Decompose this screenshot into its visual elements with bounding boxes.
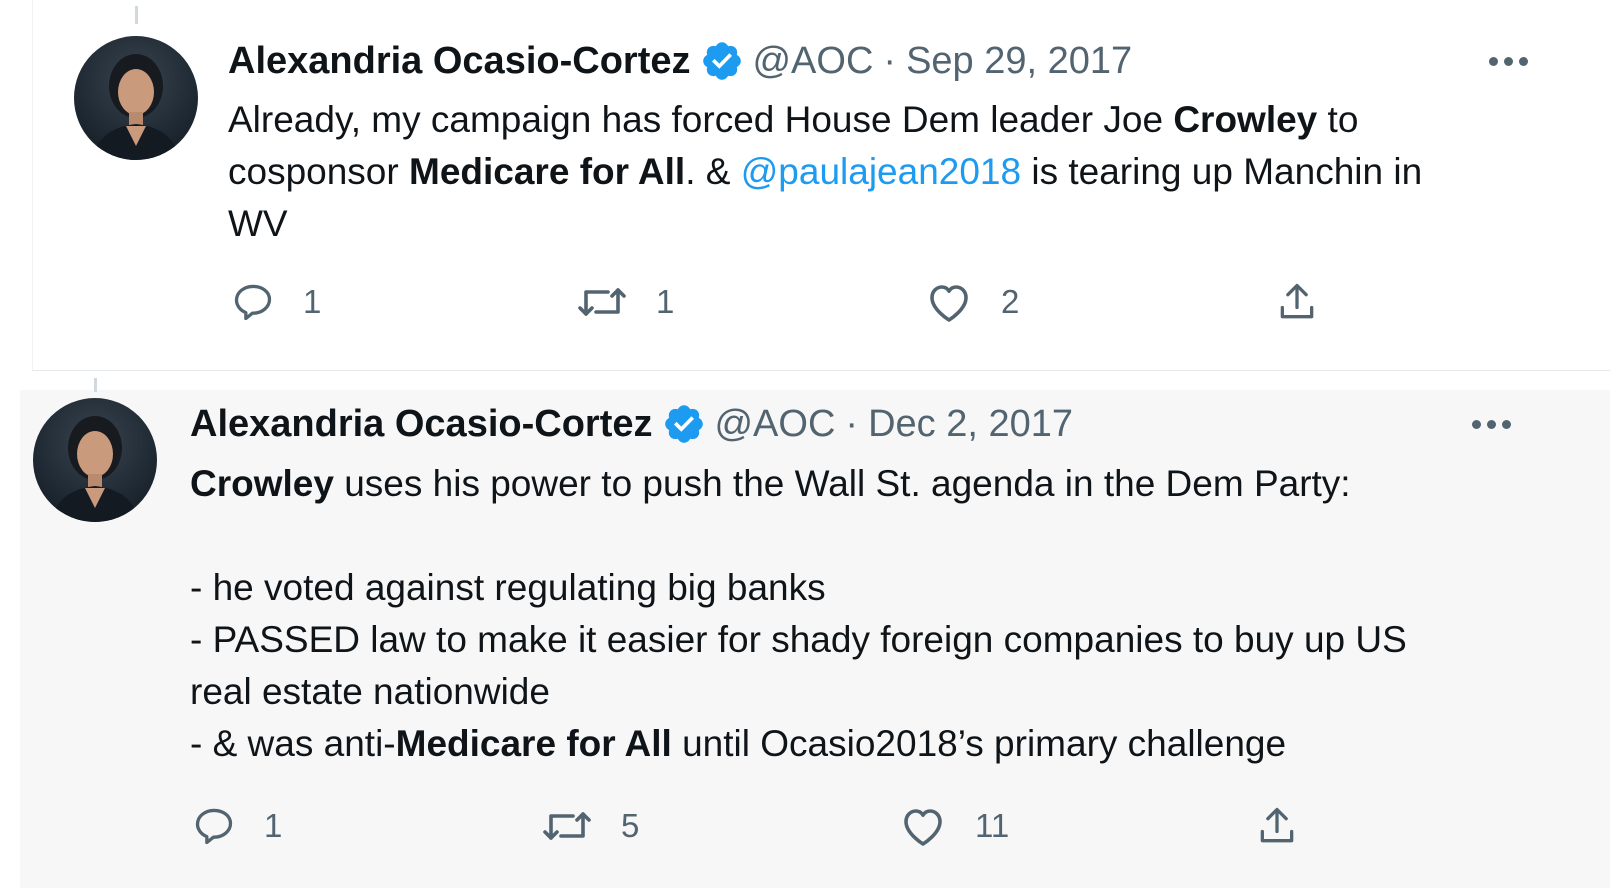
like-count: 11 (975, 807, 1010, 844)
retweet-icon (543, 812, 591, 840)
bold-text: Medicare for All (409, 151, 686, 192)
display-name[interactable]: Alexandria Ocasio-Cortez (190, 402, 652, 446)
more-horizontal-icon[interactable] (1466, 414, 1516, 434)
more-horizontal-icon[interactable] (1483, 51, 1533, 71)
like-button[interactable]: 2 (925, 280, 1019, 324)
tweet-header: Alexandria Ocasio-Cortez @AOC · Dec 2, 2… (190, 402, 1073, 446)
reply-count: 1 (264, 807, 283, 844)
handle[interactable]: @AOC (752, 39, 873, 83)
retweet-count: 1 (656, 283, 675, 320)
separator-dot: · (883, 40, 897, 82)
tweet-header: Alexandria Ocasio-Cortez @AOC · Sep 29, … (228, 39, 1132, 83)
reply-count: 1 (303, 283, 322, 320)
retweet-count: 5 (621, 807, 640, 844)
reply-icon (195, 808, 233, 845)
timestamp[interactable]: Dec 2, 2017 (868, 402, 1073, 446)
like-button[interactable]: 11 (899, 804, 1009, 848)
heart-icon (904, 809, 942, 846)
verified-badge-icon (665, 405, 704, 443)
retweet-button[interactable]: 1 (576, 280, 674, 324)
bold-text: Crowley (1173, 99, 1318, 140)
separator-dot: · (845, 403, 859, 445)
tweet-card[interactable]: Alexandria Ocasio-Cortez @AOC · Sep 29, … (32, 0, 1610, 370)
reply-button[interactable]: 1 (231, 280, 321, 324)
like-count: 2 (1001, 283, 1020, 320)
tweet-text: Crowley uses his power to push the Wall … (190, 463, 1407, 764)
retweet-icon (578, 288, 626, 316)
timestamp[interactable]: Sep 29, 2017 (906, 39, 1132, 83)
divider (32, 370, 1610, 371)
mention-link[interactable]: @paulajean2018 (741, 151, 1021, 192)
verified-badge-icon (703, 42, 742, 80)
tweet-text: Already, my campaign has forced House De… (228, 99, 1423, 244)
reply-button[interactable]: 1 (192, 804, 282, 848)
display-name[interactable]: Alexandria Ocasio-Cortez (228, 39, 690, 83)
avatar[interactable] (74, 36, 198, 160)
handle[interactable]: @AOC (714, 402, 835, 446)
avatar-image (92, 54, 180, 160)
avatar[interactable] (33, 398, 157, 522)
retweet-button[interactable]: 5 (541, 804, 639, 848)
bold-text: Crowley (190, 463, 334, 504)
share-button[interactable] (1255, 804, 1299, 848)
heart-icon (930, 285, 968, 322)
reply-icon (234, 284, 272, 321)
bold-text: Medicare for All (395, 723, 672, 764)
share-button[interactable] (1275, 280, 1319, 324)
share-icon (1260, 807, 1294, 843)
avatar-image (51, 416, 139, 522)
share-icon (1280, 283, 1314, 319)
thread-line (135, 6, 138, 24)
tweet-card[interactable]: Alexandria Ocasio-Cortez @AOC · Dec 2, 2… (20, 378, 1610, 888)
thread-line (94, 378, 97, 392)
